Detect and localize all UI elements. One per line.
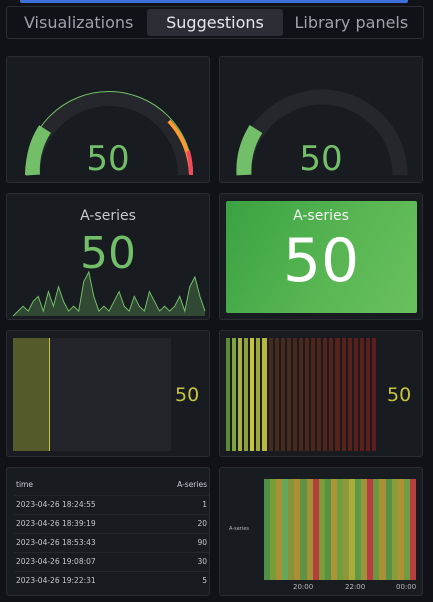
table-row: 2023-04-26 19:22:31 5 xyxy=(14,570,209,590)
lcd-cell xyxy=(226,338,231,451)
lcd-cell xyxy=(329,338,334,451)
lcd-cell xyxy=(244,338,249,451)
table-row: 2023-04-26 18:39:19 20 xyxy=(14,513,209,533)
lcd-cell xyxy=(323,338,328,451)
lcd-cell xyxy=(347,338,352,451)
lcd-cell xyxy=(359,338,364,451)
heatmap-tick: 22:00 xyxy=(345,583,366,591)
lcd-cell xyxy=(268,338,273,451)
visualization-tabs: Visualizations Suggestions Library panel… xyxy=(6,6,424,39)
lcd-cell xyxy=(286,338,291,451)
table-row: 2023-04-26 19:08:07 30 xyxy=(14,551,209,571)
table-cell-time: 2023-04-26 18:39:19 xyxy=(14,513,152,533)
top-accent-line xyxy=(20,0,408,3)
table-cell-time: 2023-04-26 19:22:31 xyxy=(14,570,152,590)
lcd-cell xyxy=(305,338,310,451)
suggestion-bar-gauge-lcd[interactable]: 50 xyxy=(219,330,423,457)
heatmap-cells xyxy=(264,479,416,580)
lcd-cell xyxy=(250,338,255,451)
table-cell-time: 2023-04-26 18:24:55 xyxy=(14,494,152,514)
lcd-cell xyxy=(317,338,322,451)
suggestion-bar-gauge-basic[interactable]: 50 xyxy=(6,330,210,457)
lcd-cell xyxy=(292,338,297,451)
table-cell-value: 30 xyxy=(151,551,209,571)
column-header-a-series[interactable]: A-series xyxy=(151,475,209,495)
lcd-cell xyxy=(238,338,243,451)
lcd-cell xyxy=(335,338,340,451)
table-cell-value: 90 xyxy=(151,532,209,552)
stat-title: A-series xyxy=(293,208,349,224)
lcd-cell xyxy=(262,338,267,451)
lcd-cell xyxy=(298,338,304,451)
suggestion-heatmap[interactable]: A-series 20:00 22:00 00:00 xyxy=(219,467,423,596)
bar-gauge-value: 50 xyxy=(387,384,412,406)
table-row: 2023-04-26 18:53:43 90 xyxy=(14,532,209,552)
bar-gauge-lcd-cells xyxy=(226,338,378,451)
heatmap-tick: 00:00 xyxy=(396,583,417,591)
lcd-cell xyxy=(256,338,261,451)
lcd-cell xyxy=(365,338,370,451)
lcd-cell xyxy=(274,338,279,451)
table-cell-time: 2023-04-26 18:53:43 xyxy=(14,532,152,552)
sparkline-area xyxy=(13,272,205,316)
bar-gauge-value: 50 xyxy=(175,384,200,406)
lcd-cell xyxy=(371,338,376,451)
sparkline-chart xyxy=(12,270,206,317)
table-row: 2023-04-26 18:24:55 1 xyxy=(14,494,209,514)
gauge-value: 50 xyxy=(299,139,343,179)
tab-library-panels[interactable]: Library panels xyxy=(283,9,420,36)
data-table: time A-series 2023-04-26 18:24:55 1 2023-… xyxy=(14,475,209,590)
heatmap-series-label: A-series xyxy=(229,526,249,532)
suggestion-gauge[interactable]: 50 xyxy=(219,56,423,183)
table-cell-value: 1 xyxy=(151,494,209,514)
lcd-cell xyxy=(353,338,358,451)
lcd-cell xyxy=(280,338,285,451)
lcd-cell xyxy=(341,338,346,451)
table-cell-value: 5 xyxy=(151,570,209,590)
lcd-cell xyxy=(232,338,237,451)
gauge-value: 50 xyxy=(86,139,130,179)
tab-visualizations[interactable]: Visualizations xyxy=(10,9,147,36)
heatmap-tick: 20:00 xyxy=(293,583,314,591)
table-cell-time: 2023-04-26 19:08:07 xyxy=(14,551,152,571)
heatmap-cell xyxy=(409,479,416,580)
suggestion-table[interactable]: time A-series 2023-04-26 18:24:55 1 2023-… xyxy=(6,467,210,596)
lcd-cell xyxy=(311,338,316,451)
table-header-row: time A-series xyxy=(14,475,209,495)
bar-gauge-fill xyxy=(13,338,50,451)
suggestion-stat-sparkline[interactable]: A-series 50 xyxy=(6,193,210,320)
table-cell-value: 20 xyxy=(151,513,209,533)
tab-suggestions[interactable]: Suggestions xyxy=(147,9,283,36)
column-header-time[interactable]: time xyxy=(14,475,151,495)
suggestion-gauge-thresholds[interactable]: 50 xyxy=(6,56,210,183)
suggestion-stat-background[interactable]: A-series 50 xyxy=(219,193,423,320)
stat-value: 50 xyxy=(282,226,360,296)
